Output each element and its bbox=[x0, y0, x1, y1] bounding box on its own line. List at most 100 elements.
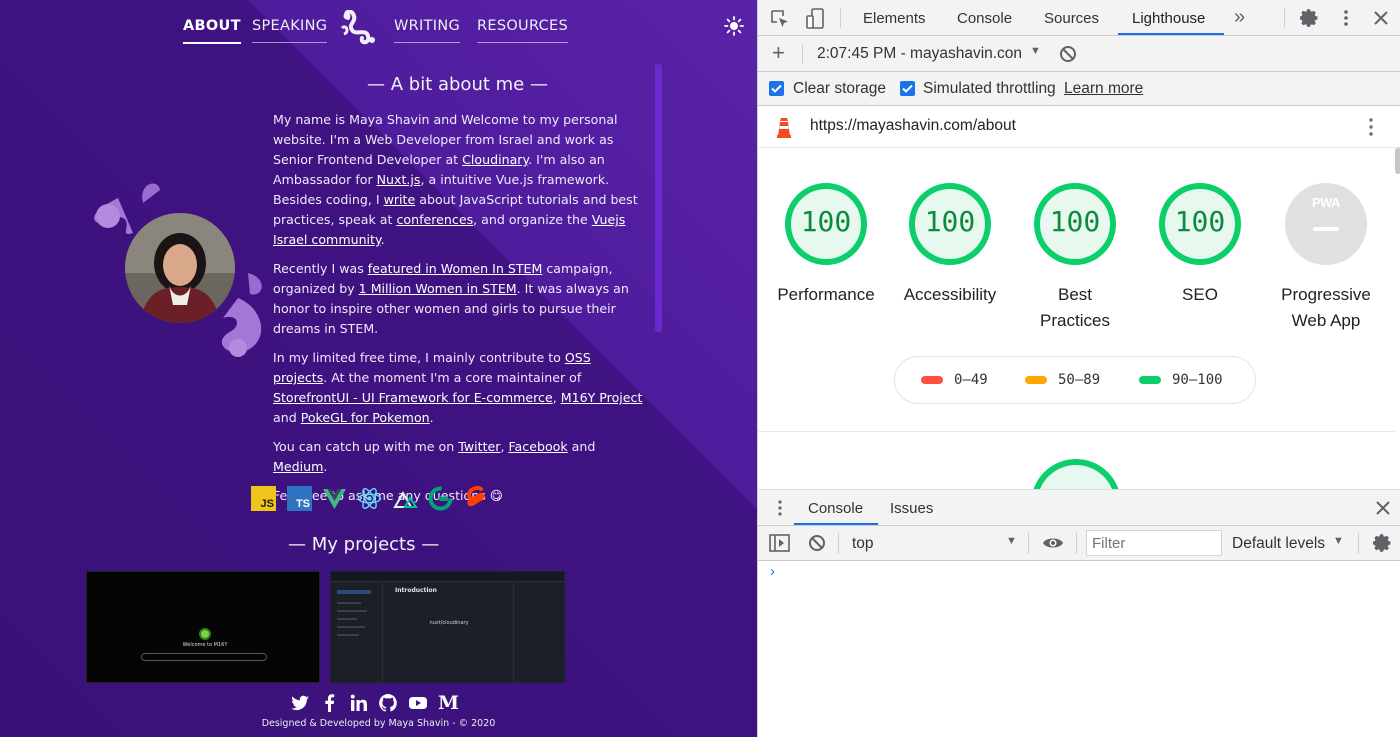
settings-gear-icon[interactable] bbox=[1300, 8, 1320, 28]
javascript-icon[interactable]: JS bbox=[251, 486, 276, 511]
nuxt-icon[interactable] bbox=[393, 486, 418, 511]
million-women-link[interactable]: 1 Million Women in STEM bbox=[359, 281, 517, 296]
lighthouse-logo-icon bbox=[777, 118, 791, 138]
gauge-accessibility[interactable]: 100 bbox=[908, 182, 992, 266]
report-dropdown-icon[interactable]: ▼ bbox=[1030, 45, 1041, 57]
device-toolbar-icon[interactable] bbox=[806, 8, 826, 30]
nav-about-link[interactable]: ABOUT bbox=[183, 18, 241, 44]
report-scrollbar[interactable] bbox=[1395, 148, 1400, 489]
avatar-decoration bbox=[88, 178, 268, 358]
legend-average: 50–89 bbox=[1025, 372, 1100, 388]
react-icon[interactable] bbox=[357, 486, 382, 511]
project-thumbnail-nuxt-cloudinary[interactable]: Introduction nuxt/cloudinary bbox=[330, 571, 565, 683]
about-section-title: — A bit about me — bbox=[367, 74, 548, 95]
tab-console[interactable]: Console bbox=[957, 10, 1012, 27]
console-output[interactable]: › bbox=[758, 561, 1400, 737]
bio-text: My name is Maya Shavin and Welcome to my… bbox=[273, 110, 643, 515]
m16y-logo-icon bbox=[199, 628, 211, 640]
nav-speaking-link[interactable]: SPEAKING bbox=[252, 18, 328, 43]
twitter-icon[interactable] bbox=[290, 693, 310, 713]
audited-url[interactable]: https://mayashavin.com/about bbox=[810, 117, 1016, 135]
typescript-icon[interactable]: TS bbox=[287, 486, 312, 511]
m16y-link[interactable]: M16Y Project bbox=[561, 390, 643, 405]
about-title-text: A bit about me bbox=[390, 74, 525, 95]
score-accessibility: 100 bbox=[924, 205, 976, 238]
women-in-stem-link[interactable]: featured in Women In STEM bbox=[368, 261, 543, 276]
site-footer: Designed & Developed by Maya Shavin - © … bbox=[261, 718, 496, 729]
devtools-tabbar: Elements Console Sources Lighthouse » bbox=[758, 0, 1400, 36]
context-dropdown-icon[interactable]: ▼ bbox=[1006, 535, 1017, 547]
context-select[interactable]: top bbox=[852, 535, 874, 553]
facebook-icon[interactable] bbox=[320, 693, 340, 713]
twitter-link[interactable]: Twitter bbox=[458, 439, 500, 454]
facebook-link[interactable]: Facebook bbox=[508, 439, 567, 454]
simulated-throttling-checkbox[interactable] bbox=[900, 81, 915, 96]
nuxt-link[interactable]: Nuxt.js bbox=[377, 172, 421, 187]
gauge-seo[interactable]: 100 bbox=[1158, 182, 1242, 266]
drawer-tab-issues[interactable]: Issues bbox=[890, 500, 933, 517]
medium-icon[interactable]: M bbox=[438, 693, 459, 713]
report-menu-icon[interactable] bbox=[1365, 116, 1377, 138]
more-tabs-chevron-icon[interactable]: » bbox=[1234, 6, 1245, 29]
clear-storage-checkbox[interactable] bbox=[769, 81, 784, 96]
site-logo-icon[interactable] bbox=[338, 10, 380, 46]
linkedin-icon[interactable] bbox=[349, 693, 369, 713]
medium-link[interactable]: Medium bbox=[273, 459, 323, 474]
youtube-icon[interactable] bbox=[408, 693, 428, 713]
drawer-menu-icon[interactable] bbox=[776, 499, 784, 517]
new-report-plus-icon[interactable]: + bbox=[772, 40, 785, 66]
log-levels-select[interactable]: Default levels bbox=[1232, 535, 1325, 553]
log-levels-dropdown-icon[interactable]: ▼ bbox=[1333, 535, 1344, 547]
svelte-icon[interactable] bbox=[464, 486, 489, 511]
drawer-tab-console[interactable]: Console bbox=[808, 500, 863, 517]
score-best-practices: 100 bbox=[1049, 205, 1101, 238]
console-prompt-chevron-icon: › bbox=[770, 563, 775, 580]
report-select[interactable]: 2:07:45 PM - mayashavin.con bbox=[817, 45, 1022, 63]
close-devtools-icon[interactable] bbox=[1372, 9, 1390, 27]
kebab-menu-icon[interactable] bbox=[1340, 8, 1352, 28]
vue-icon[interactable] bbox=[322, 486, 347, 511]
clear-console-icon[interactable] bbox=[808, 534, 826, 552]
console-settings-gear-icon[interactable] bbox=[1373, 533, 1393, 553]
projects-section-title: — My projects — bbox=[288, 534, 440, 555]
learn-more-link[interactable]: Learn more bbox=[1064, 80, 1143, 98]
label-pwa: Progressive Web App bbox=[1281, 285, 1371, 330]
drawer-active-indicator bbox=[794, 523, 878, 525]
gauge-best-practices[interactable]: 100 bbox=[1033, 182, 1117, 266]
label-performance: Performance bbox=[777, 285, 875, 304]
avatar bbox=[125, 213, 235, 323]
score-seo: 100 bbox=[1174, 205, 1226, 238]
tab-lighthouse[interactable]: Lighthouse bbox=[1132, 10, 1205, 27]
github-icon[interactable] bbox=[378, 693, 398, 713]
cloudinary-link[interactable]: Cloudinary bbox=[462, 152, 528, 167]
write-link[interactable]: write bbox=[384, 192, 416, 207]
gauge-pwa[interactable]: PWA bbox=[1284, 182, 1368, 266]
live-expression-eye-icon[interactable] bbox=[1042, 535, 1064, 551]
clear-reports-icon[interactable] bbox=[1059, 45, 1077, 63]
pokegl-link[interactable]: PokeGL for Pokemon bbox=[301, 410, 430, 425]
console-filter-input[interactable] bbox=[1086, 530, 1222, 556]
drawer-tabbar: Console Issues bbox=[758, 490, 1400, 526]
js-label: JS bbox=[260, 498, 274, 510]
gauge-performance[interactable]: 100 bbox=[784, 182, 868, 266]
simulated-throttling-label: Simulated throttling bbox=[923, 80, 1056, 97]
page-scrollbar[interactable] bbox=[655, 64, 662, 332]
project2-caption: nuxt/cloudinary bbox=[429, 620, 469, 626]
storefrontui-link[interactable]: StorefrontUI - UI Framework for E-commer… bbox=[273, 390, 553, 405]
lighthouse-report: 100 Performance 100 Accessibility 100 Be… bbox=[758, 148, 1400, 490]
inspect-element-icon[interactable] bbox=[770, 9, 790, 29]
gridsome-icon[interactable] bbox=[428, 486, 453, 511]
nav-resources-link[interactable]: RESOURCES bbox=[477, 18, 569, 43]
console-toolbar: top ▼ Default levels ▼ bbox=[758, 526, 1400, 561]
close-drawer-icon[interactable] bbox=[1375, 500, 1391, 516]
show-sidebar-icon[interactable] bbox=[769, 534, 790, 552]
project-thumbnail-m16y[interactable]: Welcome to M16Y bbox=[86, 571, 320, 683]
theme-toggle-sun-icon[interactable] bbox=[724, 16, 744, 36]
conferences-link[interactable]: conferences bbox=[396, 212, 473, 227]
active-tab-indicator bbox=[1118, 33, 1224, 35]
tab-elements[interactable]: Elements bbox=[863, 10, 926, 27]
devtools-pane: Elements Console Sources Lighthouse » + … bbox=[757, 0, 1400, 737]
ts-label: TS bbox=[295, 498, 310, 510]
tab-sources[interactable]: Sources bbox=[1044, 10, 1099, 27]
nav-writing-link[interactable]: WRITING bbox=[394, 18, 461, 43]
